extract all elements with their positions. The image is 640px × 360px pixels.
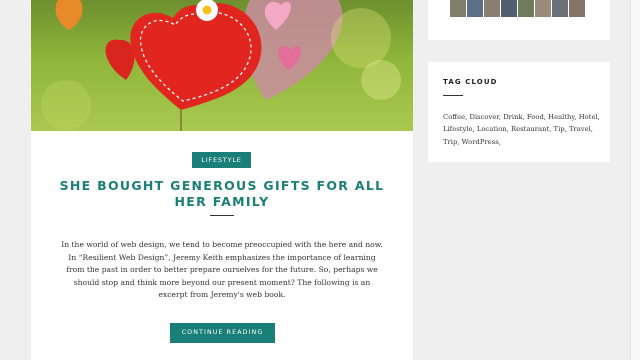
instagram-widget bbox=[428, 0, 610, 40]
tag-cloud-widget: TAG CLOUD Coffee, Discover, Drink, Food,… bbox=[428, 62, 610, 162]
avatar[interactable] bbox=[484, 0, 500, 17]
avatar[interactable] bbox=[535, 0, 551, 17]
tag-link[interactable]: Location, bbox=[477, 125, 509, 133]
post-featured-image[interactable] bbox=[31, 0, 413, 131]
post-excerpt: In the world of web design, we tend to b… bbox=[61, 240, 383, 300]
avatar[interactable] bbox=[467, 0, 483, 17]
tag-link[interactable]: Travel, bbox=[569, 125, 593, 133]
tag-link[interactable]: Trip, bbox=[443, 138, 459, 146]
tag-link[interactable]: Drink, bbox=[503, 113, 525, 121]
tag-link[interactable]: Lifestyle, bbox=[443, 125, 475, 133]
tag-list: Coffee, Discover, Drink, Food, Healthy, … bbox=[443, 111, 603, 148]
tag-link[interactable]: WordPress, bbox=[462, 138, 501, 146]
post-card: LIFESTYLE SHE BOUGHT GENEROUS GIFTS FOR … bbox=[31, 0, 413, 360]
window-edge bbox=[630, 0, 640, 360]
avatar[interactable] bbox=[518, 0, 534, 17]
tag-link[interactable]: Healthy, bbox=[548, 113, 576, 121]
avatar-strip bbox=[450, 0, 589, 17]
tag-cloud-divider bbox=[443, 95, 463, 96]
avatar[interactable] bbox=[501, 0, 517, 17]
category-badge[interactable]: LIFESTYLE bbox=[192, 152, 251, 168]
tag-link[interactable]: Tip, bbox=[554, 125, 567, 133]
title-divider bbox=[210, 215, 234, 216]
avatar[interactable] bbox=[552, 0, 568, 17]
post-title[interactable]: SHE BOUGHT GENEROUS GIFTS FOR ALL HER FA… bbox=[51, 178, 393, 210]
tag-link[interactable]: Food, bbox=[527, 113, 546, 121]
tag-link[interactable]: Restaurant, bbox=[511, 125, 551, 133]
tag-link[interactable]: Coffee, bbox=[443, 113, 467, 121]
continue-reading-button[interactable]: CONTINUE READING bbox=[170, 323, 275, 343]
tag-cloud-title: TAG CLOUD bbox=[443, 78, 498, 86]
post-body: LIFESTYLE SHE BOUGHT GENEROUS GIFTS FOR … bbox=[31, 131, 413, 360]
tag-link[interactable]: Discover, bbox=[470, 113, 502, 121]
avatar[interactable] bbox=[450, 0, 466, 17]
avatar[interactable] bbox=[569, 0, 585, 17]
tag-link[interactable]: Hotel, bbox=[579, 113, 600, 121]
